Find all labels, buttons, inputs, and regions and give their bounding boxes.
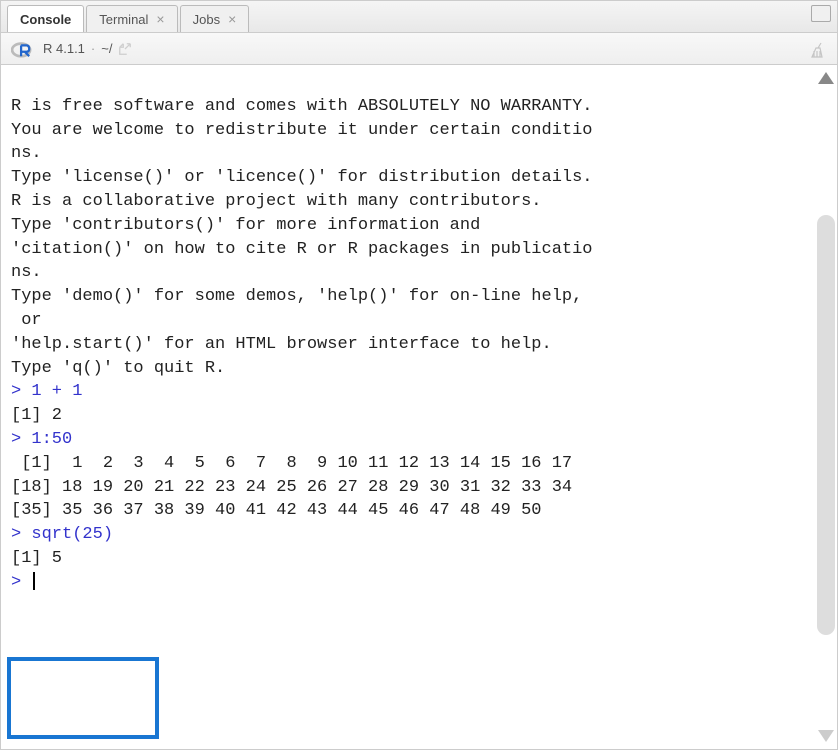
console-output-line: Type 'demo()' for some demos, 'help()' f… bbox=[11, 287, 582, 306]
working-directory[interactable]: ~/ bbox=[101, 41, 112, 56]
chevron-down-icon bbox=[818, 730, 834, 742]
tab-console[interactable]: Console bbox=[7, 5, 84, 32]
scroll-down-button[interactable] bbox=[815, 727, 837, 745]
tab-jobs[interactable]: Jobs × bbox=[180, 5, 250, 32]
console-line: > 1 + 1 bbox=[11, 380, 805, 404]
console-line: [18] 18 19 20 21 22 23 24 25 26 27 28 29… bbox=[11, 476, 805, 500]
tab-label: Terminal bbox=[99, 12, 148, 27]
console-line: Type 'license()' or 'licence()' for dist… bbox=[11, 166, 805, 190]
console-input-line: > 1:50 bbox=[11, 430, 72, 449]
console-line: R is free software and comes with ABSOLU… bbox=[11, 95, 805, 119]
close-icon[interactable]: × bbox=[156, 12, 164, 26]
tab-bar-actions bbox=[811, 7, 829, 27]
scroll-thumb[interactable] bbox=[817, 215, 835, 635]
console-output-line: ns. bbox=[11, 263, 42, 282]
console-line: ns. bbox=[11, 142, 805, 166]
console-output-line: R is a collaborative project with many c… bbox=[11, 192, 542, 211]
console-output-line: [1] 2 bbox=[11, 406, 62, 425]
console-line: > bbox=[11, 571, 805, 595]
console-line: [35] 35 36 37 38 39 40 41 42 43 44 45 46… bbox=[11, 499, 805, 523]
console-output-line: or bbox=[11, 311, 42, 330]
console-line: 'help.start()' for an HTML browser inter… bbox=[11, 333, 805, 357]
console-output-line bbox=[11, 73, 582, 92]
console-line: You are welcome to redistribute it under… bbox=[11, 119, 805, 143]
console-line: > sqrt(25) bbox=[11, 523, 805, 547]
console-line: Type 'q()' to quit R. bbox=[11, 357, 805, 381]
console-output-line: Type 'q()' to quit R. bbox=[11, 359, 225, 378]
tab-bar: Console Terminal × Jobs × bbox=[1, 1, 837, 33]
tab-label: Console bbox=[20, 12, 71, 27]
console-line: [1] 2 bbox=[11, 404, 805, 428]
maximize-icon[interactable] bbox=[811, 7, 829, 22]
console-output-line: [18] 18 19 20 21 22 23 24 25 26 27 28 29… bbox=[11, 478, 572, 497]
console-input-line: > bbox=[11, 573, 31, 592]
console-output-line: Type 'contributors()' for more informati… bbox=[11, 216, 480, 235]
console-input-line: > sqrt(25) bbox=[11, 525, 113, 544]
scroll-up-button[interactable] bbox=[815, 69, 837, 87]
close-icon[interactable]: × bbox=[228, 12, 236, 26]
scrollbar[interactable] bbox=[815, 65, 837, 749]
text-cursor bbox=[33, 572, 35, 590]
console-line: Type 'contributors()' for more informati… bbox=[11, 214, 805, 238]
console-output-line: 'citation()' on how to cite R or R packa… bbox=[11, 240, 593, 259]
console-line: ns. bbox=[11, 261, 805, 285]
console-line: [1] 5 bbox=[11, 547, 805, 571]
console-output-line: [35] 35 36 37 38 39 40 41 42 43 44 45 46… bbox=[11, 501, 542, 520]
console-area: R is free software and comes with ABSOLU… bbox=[1, 65, 837, 749]
console-output-line: Type 'license()' or 'licence()' for dist… bbox=[11, 168, 593, 187]
console-line bbox=[11, 71, 805, 95]
console-line: R is a collaborative project with many c… bbox=[11, 190, 805, 214]
console-line: > 1:50 bbox=[11, 428, 805, 452]
clear-console-icon[interactable] bbox=[809, 47, 827, 62]
console-line: or bbox=[11, 309, 805, 333]
console-output-line: ns. bbox=[11, 144, 42, 163]
toolbar-right bbox=[809, 41, 827, 62]
console-line: 'citation()' on how to cite R or R packa… bbox=[11, 238, 805, 262]
r-version: R 4.1.1 bbox=[43, 41, 85, 56]
console-line: Type 'demo()' for some demos, 'help()' f… bbox=[11, 285, 805, 309]
console-input-line: > 1 + 1 bbox=[11, 382, 82, 401]
console-output-line: R is free software and comes with ABSOLU… bbox=[11, 97, 593, 116]
console-line: [1] 1 2 3 4 5 6 7 8 9 10 11 12 13 14 15 … bbox=[11, 452, 805, 476]
tab-terminal[interactable]: Terminal × bbox=[86, 5, 177, 32]
tab-label: Jobs bbox=[193, 12, 220, 27]
console-output-line: You are welcome to redistribute it under… bbox=[11, 121, 593, 140]
r-logo-icon bbox=[11, 40, 33, 58]
chevron-up-icon bbox=[818, 72, 834, 84]
console-output-line: 'help.start()' for an HTML browser inter… bbox=[11, 335, 552, 354]
console-toolbar: R 4.1.1 · ~/ bbox=[1, 33, 837, 65]
share-icon[interactable] bbox=[118, 42, 132, 56]
console-output-line: [1] 1 2 3 4 5 6 7 8 9 10 11 12 13 14 15 … bbox=[11, 454, 572, 473]
toolbar-separator: · bbox=[91, 41, 95, 56]
console-output-line: [1] 5 bbox=[11, 549, 62, 568]
console-output[interactable]: R is free software and comes with ABSOLU… bbox=[1, 65, 815, 749]
